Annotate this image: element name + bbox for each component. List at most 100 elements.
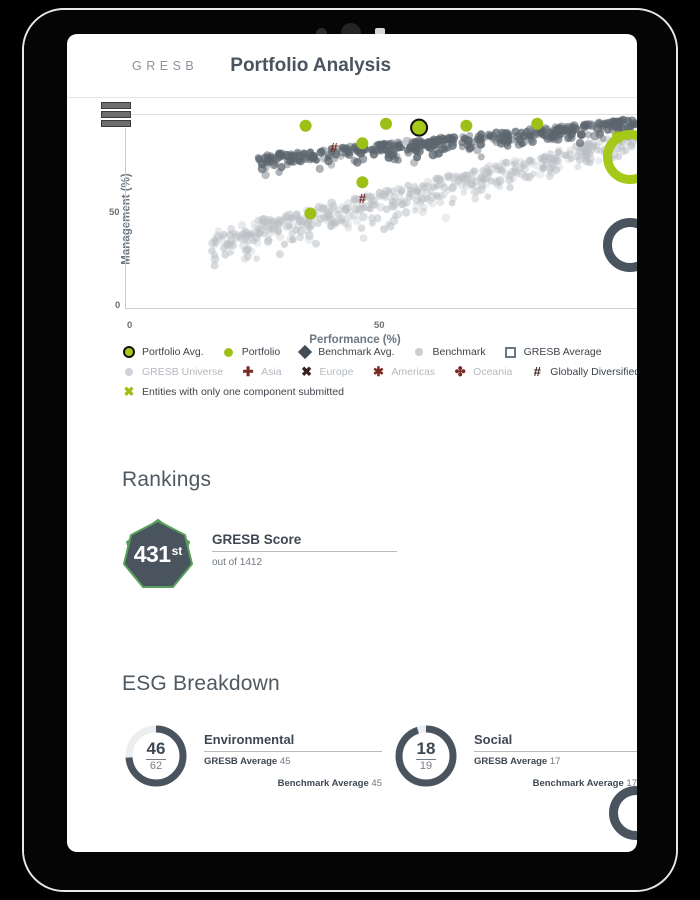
rank-divider <box>212 551 397 552</box>
esg-card-social: 18 19 Social GRESB Average 17 Benchmark … <box>392 722 637 790</box>
legend-label: Americas <box>391 365 436 378</box>
portfolio-scatter-chart: Management (%) 50 0 0 50 # # Performance … <box>67 98 637 398</box>
esg-info-environmental: Environmental GRESB Average 45 Benchmark… <box>204 722 382 789</box>
tablet-device: GRESB Portfolio Analysis Management (%) … <box>22 8 678 892</box>
gresb-average-icon <box>504 346 518 358</box>
legend-item-europe[interactable]: ✖ Europe <box>300 364 354 379</box>
esg-gresb-average-value: 45 <box>279 756 291 767</box>
legend-row-2: GRESB Universe ✚ Asia ✖ Europe ✱ America… <box>122 365 637 378</box>
ranking-item: 431 st GRESB Score out of 1412 <box>122 518 637 590</box>
list-menu-icon[interactable] <box>101 102 131 127</box>
esg-title: ESG Breakdown <box>122 672 280 695</box>
esg-gresb-average: GRESB Average 17 <box>474 756 637 767</box>
esg-benchmark-average: Benchmark Average 17 <box>474 778 637 789</box>
list-menu-bar <box>101 102 131 109</box>
x-axis-label: Performance (%) <box>309 334 401 346</box>
rank-label: GRESB Score <box>212 532 302 547</box>
esg-label: Social <box>474 732 513 747</box>
social-gauge: 18 19 <box>392 722 460 790</box>
legend-label: GRESB Universe <box>142 365 224 378</box>
plot-area: # # <box>125 114 637 309</box>
legend-row-1: Portfolio Avg. Portfolio Benchmark Avg. … <box>122 344 637 360</box>
list-menu-bar <box>101 111 131 118</box>
legend-label: Benchmark Avg. <box>318 346 395 358</box>
esg-divider <box>474 751 637 752</box>
rank-number: 431 <box>133 540 171 567</box>
plot-wrapper: Management (%) 50 0 0 50 # # Performance … <box>67 108 637 346</box>
legend-label: Entities with only one component submitt… <box>142 385 344 398</box>
legend-item-gresb-average[interactable]: GRESB Average <box>504 346 602 358</box>
esg-benchmark-average-label: Benchmark Average <box>532 778 624 789</box>
legend-label: Oceania <box>473 365 513 378</box>
x-tick-0: 0 <box>127 320 133 331</box>
legend-label: Portfolio <box>241 346 281 358</box>
gauge-text: 46 62 <box>122 722 190 790</box>
legend-item-portfolio-avg[interactable]: Portfolio Avg. <box>122 346 204 358</box>
y-tick-0: 0 <box>115 300 121 311</box>
rank-sub: out of 1412 <box>212 557 263 568</box>
clover-icon: ✤ <box>454 364 466 379</box>
legend-item-globally-diversified[interactable]: # Globally Diversified <box>530 365 637 378</box>
x-tick-50: 50 <box>374 320 385 331</box>
cross-green-icon: ✖ <box>123 384 135 399</box>
legend-item-benchmark[interactable]: Benchmark <box>412 346 486 358</box>
legend-label: Europe <box>319 365 354 378</box>
app-header: GRESB Portfolio Analysis <box>67 34 637 98</box>
gauge-max: 62 <box>149 759 163 772</box>
esg-benchmark-average-label: Benchmark Average <box>277 778 369 789</box>
benchmark-avg-icon <box>298 344 313 360</box>
legend-item-gresb-universe[interactable]: GRESB Universe <box>122 366 223 378</box>
legend-item-asia[interactable]: ✚ Asia <box>241 364 282 379</box>
svg-text:#: # <box>359 191 367 206</box>
esg-gresb-average-value: 17 <box>549 756 561 767</box>
rankings-section: Rankings 431 st GRESB Score out of 1412 <box>67 468 637 590</box>
esg-gresb-average-label: GRESB Average <box>474 756 548 767</box>
gauge-text: 18 19 <box>392 722 460 790</box>
esg-divider <box>204 751 382 752</box>
legend-item-americas[interactable]: ✱ Americas <box>371 365 435 378</box>
legend-label: Portfolio Avg. <box>142 346 204 358</box>
legend-item-oceania[interactable]: ✤ Oceania <box>453 364 513 379</box>
scatter-points: ## <box>208 115 637 270</box>
hash-icon: # <box>533 364 541 379</box>
asterisk-icon: ✱ <box>372 364 384 379</box>
plus-icon: ✚ <box>242 364 254 379</box>
tablet-screen: GRESB Portfolio Analysis Management (%) … <box>67 34 637 852</box>
y-tick-50: 50 <box>109 207 120 218</box>
esg-gresb-average-label: GRESB Average <box>204 756 278 767</box>
esg-card-environmental: 46 62 Environmental GRESB Average 45 Ben… <box>122 722 392 790</box>
esg-benchmark-average-value: 45 <box>371 778 382 789</box>
gauge-max: 19 <box>419 759 433 772</box>
portfolio-icon <box>222 347 236 357</box>
rank-suffix: st <box>171 543 183 558</box>
esg-label: Environmental <box>204 732 295 747</box>
benchmark-icon <box>412 348 426 356</box>
legend-item-benchmark-avg[interactable]: Benchmark Avg. <box>298 344 395 360</box>
esg-section: ESG Breakdown 46 62 Environmental GRESB … <box>67 672 637 840</box>
legend-item-portfolio[interactable]: Portfolio <box>222 346 281 358</box>
environmental-gauge: 46 62 <box>122 722 190 790</box>
legend-label: Benchmark <box>432 346 486 358</box>
gresb-logo: GRESB <box>132 58 199 73</box>
legend-label: GRESB Average <box>523 346 602 358</box>
list-menu-bar <box>101 120 131 127</box>
esg-cards-row: 46 62 Environmental GRESB Average 45 Ben… <box>122 722 637 790</box>
gresb-universe-icon <box>122 367 136 376</box>
esg-info-social: Social GRESB Average 17 Benchmark Averag… <box>474 722 637 789</box>
legend-row-3: ✖ Entities with only one component submi… <box>122 385 637 398</box>
portfolio-avg-icon <box>122 346 136 358</box>
edge-gauge-ring-third <box>609 786 637 840</box>
gauge-score: 18 <box>416 738 436 758</box>
page-title: Portfolio Analysis <box>230 54 392 76</box>
esg-gresb-average: GRESB Average 45 <box>204 756 382 767</box>
rank-badge-text: 431 st <box>122 518 194 590</box>
gauge-score: 46 <box>146 738 166 758</box>
esg-benchmark-average: Benchmark Average 45 <box>204 778 382 789</box>
rank-badge: 431 st <box>122 518 194 590</box>
cross-icon: ✖ <box>301 364 312 379</box>
legend-item-one-component[interactable]: ✖ Entities with only one component submi… <box>122 385 344 398</box>
rank-info: GRESB Score out of 1412 <box>212 518 397 568</box>
rankings-title: Rankings <box>122 468 212 491</box>
svg-text:#: # <box>330 140 338 155</box>
legend-label: Asia <box>261 365 282 378</box>
